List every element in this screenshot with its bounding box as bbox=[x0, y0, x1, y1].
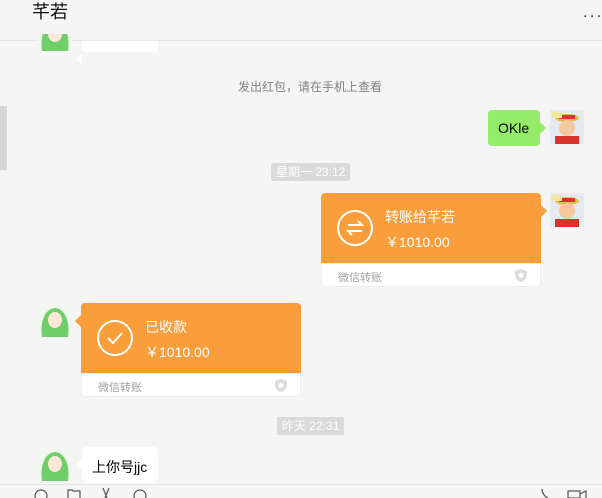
more-icon[interactable]: . . . bbox=[583, 4, 601, 22]
transfer-amount: ￥1010.00 bbox=[385, 234, 450, 250]
contact-avatar[interactable] bbox=[38, 303, 72, 337]
contact-avatar[interactable] bbox=[38, 447, 72, 481]
chat-title: 芊若 bbox=[32, 2, 68, 22]
timestamp: 星期一 23:12 bbox=[271, 163, 351, 181]
input-toolbar bbox=[0, 484, 602, 498]
received-message-text: 上你号jjc bbox=[92, 459, 148, 475]
transfer-title: 转账给芊若 bbox=[385, 209, 455, 225]
scrollbar[interactable] bbox=[0, 106, 7, 170]
shield-icon bbox=[515, 269, 527, 282]
contact-avatar[interactable] bbox=[38, 34, 72, 51]
transfer-footer: 微信转账 bbox=[98, 382, 142, 394]
shield-icon bbox=[275, 379, 287, 392]
sent-message-bubble[interactable]: OKle bbox=[488, 110, 546, 146]
transfer-footer: 微信转账 bbox=[338, 272, 382, 284]
transfer-received-card[interactable]: 已收款 ￥1010.00 微信转账 bbox=[75, 303, 301, 397]
transfer-arrows-icon bbox=[337, 210, 373, 246]
partial-message-bubble bbox=[76, 41, 158, 65]
transfer-sent-card[interactable]: 转账给芊若 ￥1010.00 微信转账 bbox=[321, 193, 547, 287]
transfer-title: 已收款 bbox=[145, 319, 187, 335]
received-message-bubble[interactable]: 上你号jjc bbox=[76, 447, 158, 483]
check-icon bbox=[97, 320, 133, 356]
my-avatar[interactable] bbox=[550, 110, 584, 144]
my-avatar[interactable] bbox=[550, 193, 584, 227]
chat-header: 芊若 . . . bbox=[0, 0, 602, 41]
timestamp: 昨天 22:31 bbox=[277, 417, 345, 435]
system-notice: 发出红包，请在手机上查看 bbox=[238, 80, 383, 94]
sent-message-text: OKle bbox=[498, 120, 530, 136]
transfer-amount: ￥1010.00 bbox=[145, 344, 210, 360]
